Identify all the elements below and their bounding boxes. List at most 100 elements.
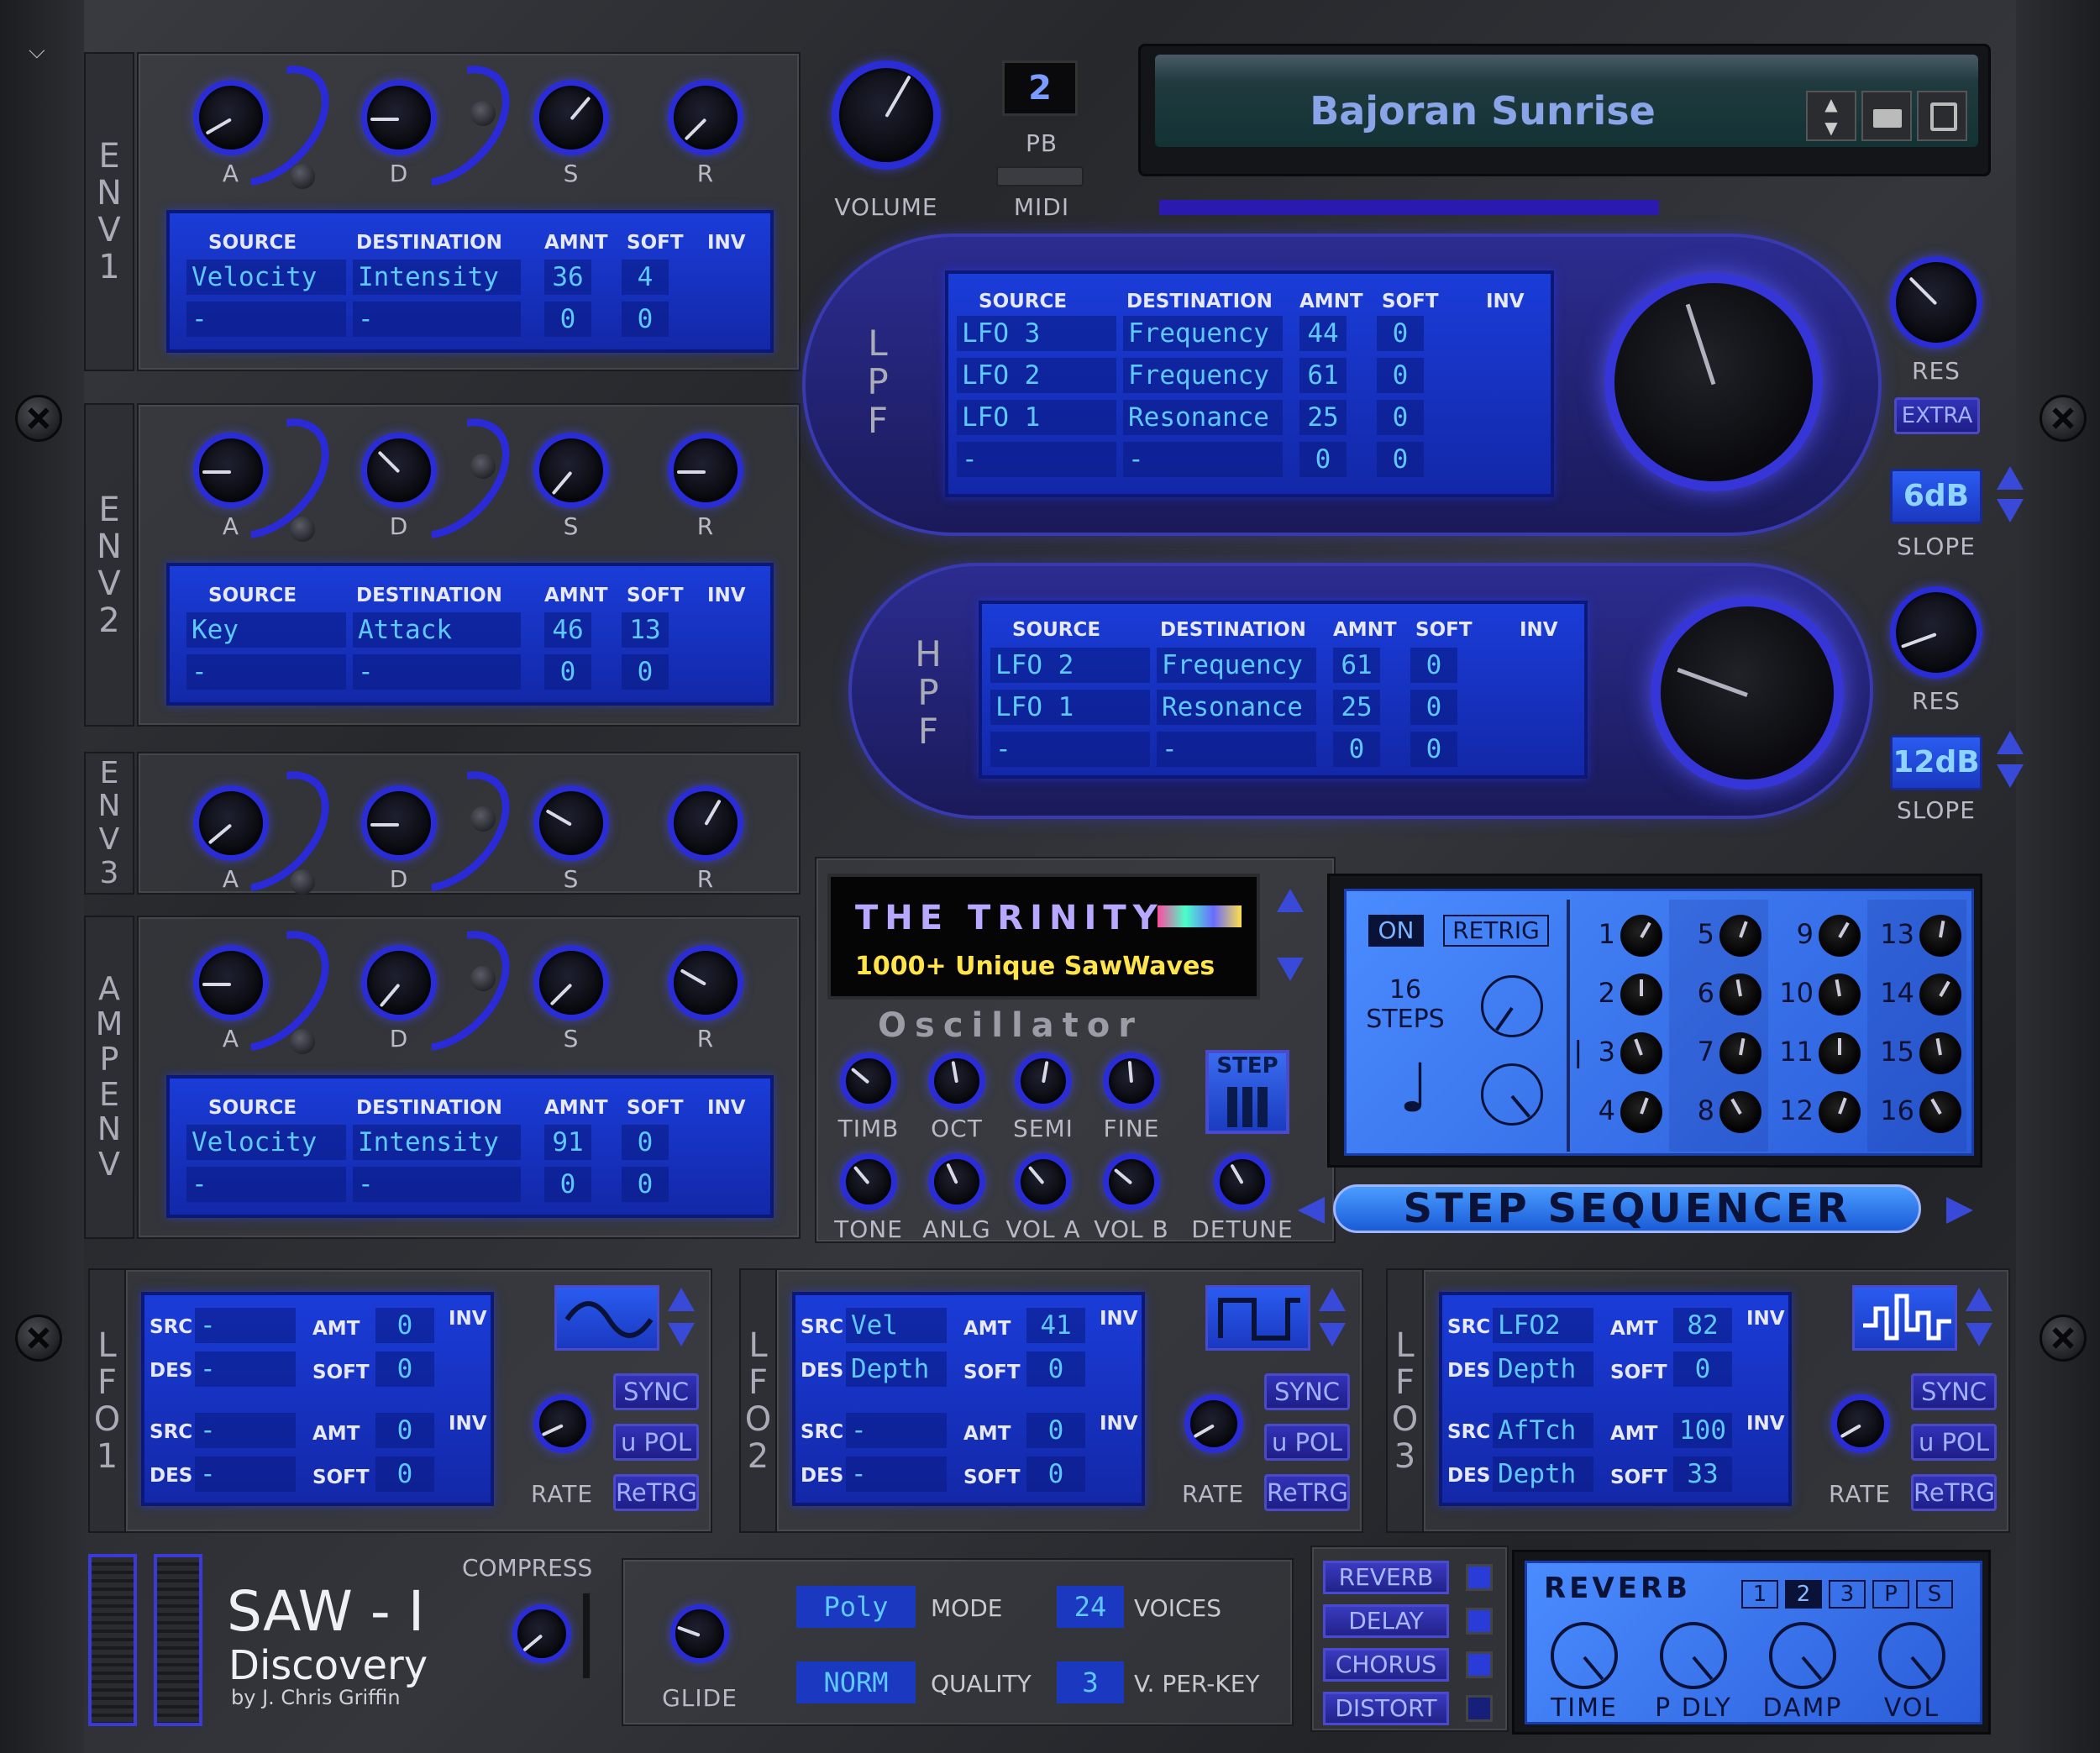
osc-semi-knob[interactable] bbox=[1015, 1052, 1072, 1110]
lfo2-sync-button[interactable]: SYNC bbox=[1264, 1373, 1350, 1410]
mod-inv-cell[interactable] bbox=[699, 302, 758, 337]
mod-soft-cell[interactable]: 0 bbox=[1377, 316, 1424, 351]
lfo-src-cell[interactable]: - bbox=[195, 1413, 296, 1448]
lfo1-upol-button[interactable]: u POL bbox=[613, 1424, 699, 1461]
mod-inv-cell[interactable] bbox=[699, 1125, 758, 1160]
osc-vol-a-knob[interactable] bbox=[1015, 1153, 1072, 1210]
seq-next-icon[interactable] bbox=[1946, 1197, 1973, 1224]
lfo-wave-down-icon[interactable] bbox=[668, 1323, 695, 1346]
lfo-amt-cell[interactable]: 100 bbox=[1673, 1413, 1732, 1448]
lfo3-random-wave-icon[interactable] bbox=[1852, 1285, 1957, 1351]
mod-inv-cell[interactable] bbox=[699, 612, 758, 648]
seq-step-knob[interactable] bbox=[1819, 1091, 1861, 1133]
mod-inv-cell[interactable] bbox=[1478, 442, 1536, 477]
mod-wheel[interactable] bbox=[154, 1554, 202, 1726]
mod-source-cell[interactable]: Velocity bbox=[186, 1125, 346, 1160]
lpf-cutoff-knob[interactable] bbox=[1604, 273, 1823, 491]
compress-knob[interactable] bbox=[512, 1604, 571, 1663]
mod-inv-cell[interactable] bbox=[1511, 690, 1570, 725]
osc-anlg-knob[interactable] bbox=[928, 1153, 985, 1210]
lfo-soft-cell[interactable]: 0 bbox=[375, 1456, 434, 1492]
seq-step-knob[interactable] bbox=[1919, 1091, 1961, 1133]
mod-source-cell[interactable]: - bbox=[186, 302, 346, 337]
seq-step-knob[interactable] bbox=[1819, 1032, 1861, 1074]
fx-delay-button[interactable]: DELAY bbox=[1323, 1604, 1449, 1638]
seq-prev-icon[interactable] bbox=[1298, 1197, 1325, 1224]
preset-up-down-icon[interactable]: ▲ ▼ bbox=[1806, 91, 1856, 141]
mod-destination-cell[interactable]: Attack bbox=[353, 612, 521, 648]
lfo-wave-up-icon[interactable] bbox=[1966, 1288, 1992, 1311]
fx-distort-led[interactable] bbox=[1466, 1695, 1493, 1722]
mod-soft-cell[interactable]: 0 bbox=[1410, 648, 1457, 683]
fx-p-dly-knob[interactable] bbox=[1660, 1622, 1727, 1689]
mod-amount-cell[interactable]: 25 bbox=[1333, 690, 1380, 725]
voices-value[interactable]: 24 bbox=[1057, 1586, 1124, 1628]
osc-tone-knob[interactable] bbox=[840, 1153, 897, 1210]
mod-inv-cell[interactable] bbox=[1478, 316, 1536, 351]
env-curve-handle[interactable] bbox=[470, 454, 496, 479]
lfo-wave-up-icon[interactable] bbox=[668, 1288, 695, 1311]
hpf-slope-up-icon[interactable] bbox=[1997, 731, 2024, 754]
env-curve-handle[interactable] bbox=[290, 517, 315, 542]
env1-s-knob[interactable] bbox=[533, 80, 609, 155]
osc-bank-down-icon[interactable] bbox=[1277, 958, 1304, 981]
mod-soft-cell[interactable]: 0 bbox=[1377, 442, 1424, 477]
mod-source-cell[interactable]: Key bbox=[186, 612, 346, 648]
lfo-soft-cell[interactable]: 0 bbox=[1026, 1456, 1085, 1492]
save-icon[interactable] bbox=[1917, 91, 1967, 141]
seq-step-knob[interactable] bbox=[1919, 915, 1961, 957]
mod-soft-cell[interactable]: 0 bbox=[1410, 732, 1457, 767]
lfo-wave-down-icon[interactable] bbox=[1319, 1323, 1346, 1346]
env1-r-knob[interactable] bbox=[668, 80, 743, 155]
lfo-soft-cell[interactable]: 0 bbox=[375, 1351, 434, 1387]
lfo-des-cell[interactable]: Depth bbox=[1493, 1351, 1593, 1387]
lfo-amt-cell[interactable]: 41 bbox=[1026, 1308, 1085, 1343]
midi-button[interactable] bbox=[996, 166, 1084, 186]
seq-step-knob[interactable] bbox=[1919, 1032, 1961, 1074]
lfo3-retrg-button[interactable]: ReTRG bbox=[1911, 1474, 1997, 1511]
mod-destination-cell[interactable]: Intensity bbox=[353, 1125, 521, 1160]
mod-source-cell[interactable]: LFO 2 bbox=[990, 648, 1150, 683]
fx-chorus-led[interactable] bbox=[1466, 1651, 1493, 1678]
lfo2-retrg-button[interactable]: ReTRG bbox=[1264, 1474, 1350, 1511]
lpf-slope-up-icon[interactable] bbox=[1997, 466, 2024, 490]
mod-amount-cell[interactable]: 44 bbox=[1299, 316, 1347, 351]
lfo-des-cell[interactable]: - bbox=[195, 1351, 296, 1387]
lfo-amt-cell[interactable]: 0 bbox=[375, 1308, 434, 1343]
lfo1-sync-button[interactable]: SYNC bbox=[613, 1373, 699, 1410]
seq-step-knob[interactable] bbox=[1620, 1091, 1662, 1133]
fx-reverb-led[interactable] bbox=[1466, 1564, 1493, 1591]
mod-source-cell[interactable]: - bbox=[957, 442, 1116, 477]
env3-s-knob[interactable] bbox=[533, 785, 609, 861]
mod-amount-cell[interactable]: 0 bbox=[544, 654, 591, 690]
env-curve-handle[interactable] bbox=[470, 101, 496, 126]
fx-preset-3-button[interactable]: 3 bbox=[1829, 1580, 1866, 1609]
lfo-src-cell[interactable]: - bbox=[846, 1413, 947, 1448]
lfo-wave-down-icon[interactable] bbox=[1966, 1323, 1992, 1346]
mod-source-cell[interactable]: Velocity bbox=[186, 260, 346, 295]
preset-name[interactable]: Bajoran Sunrise bbox=[1172, 88, 1793, 134]
lfo2-square-wave-icon[interactable] bbox=[1205, 1285, 1310, 1351]
lfo2-upol-button[interactable]: u POL bbox=[1264, 1424, 1350, 1461]
mod-inv-cell[interactable] bbox=[699, 1167, 758, 1202]
osc-vol-b-knob[interactable] bbox=[1103, 1153, 1160, 1210]
mod-soft-cell[interactable]: 0 bbox=[1377, 358, 1424, 393]
mod-amount-cell[interactable]: 91 bbox=[544, 1125, 591, 1160]
lfo-wave-up-icon[interactable] bbox=[1319, 1288, 1346, 1311]
seq-step-knob[interactable] bbox=[1620, 974, 1662, 1016]
mod-destination-cell[interactable]: Frequency bbox=[1157, 648, 1316, 683]
step-toggle-button[interactable]: STEP bbox=[1205, 1050, 1289, 1134]
lfo-src-cell[interactable]: Vel bbox=[846, 1308, 947, 1343]
glide-knob[interactable] bbox=[670, 1604, 729, 1663]
seq-step-knob[interactable] bbox=[1620, 915, 1662, 957]
fx-preset-2-button[interactable]: 2 bbox=[1785, 1580, 1822, 1609]
seq-step-knob[interactable] bbox=[1719, 915, 1761, 957]
lfo-soft-cell[interactable]: 0 bbox=[1673, 1351, 1732, 1387]
mod-amount-cell[interactable]: 0 bbox=[544, 302, 591, 337]
env-curve-handle[interactable] bbox=[470, 966, 496, 991]
lfo1-retrg-button[interactable]: ReTRG bbox=[613, 1474, 699, 1511]
seq-retrig-button[interactable]: RETRIG bbox=[1443, 915, 1549, 947]
seq-rate-knob[interactable] bbox=[1481, 1063, 1543, 1126]
mod-destination-cell[interactable]: Frequency bbox=[1123, 316, 1283, 351]
env4-s-knob[interactable] bbox=[533, 945, 609, 1021]
